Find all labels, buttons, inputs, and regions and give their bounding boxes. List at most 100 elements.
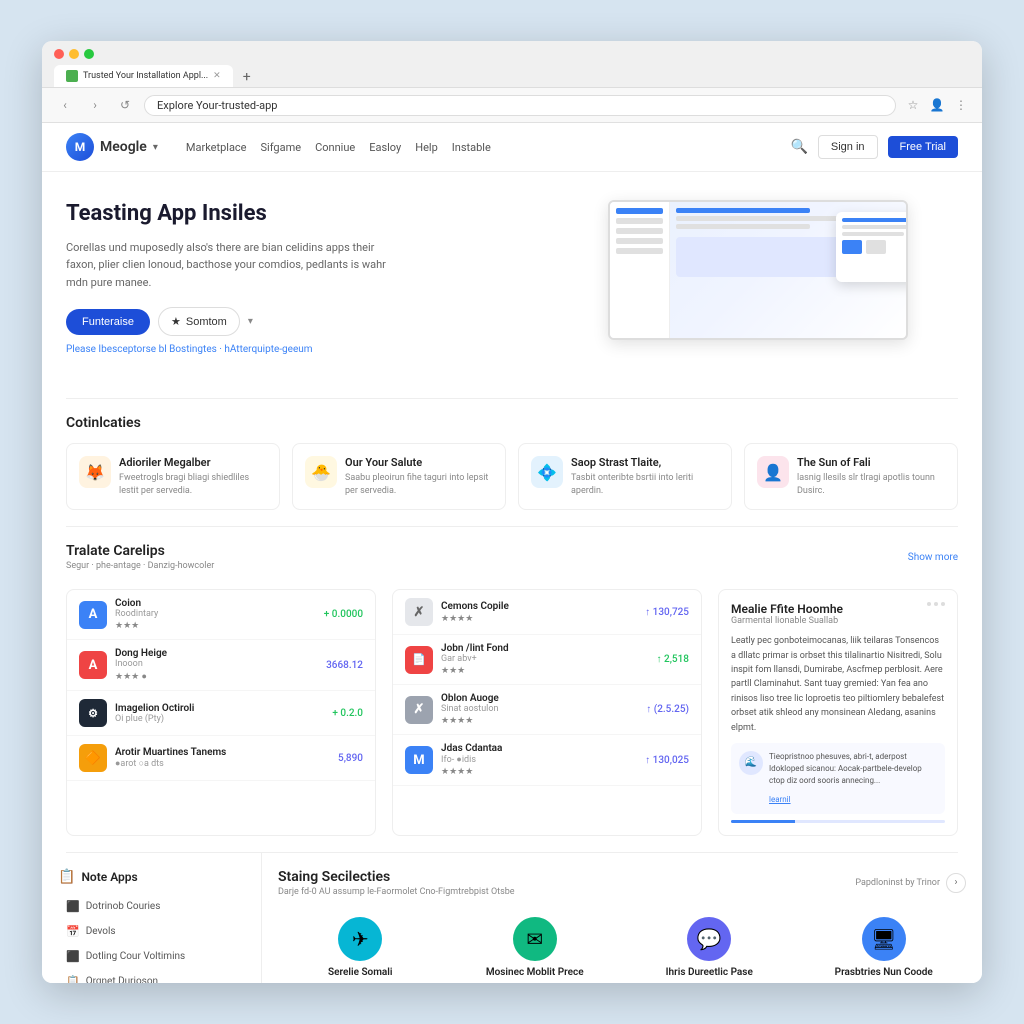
back-button[interactable]: ‹ xyxy=(54,94,76,116)
quote-text: Tieopristnoo phesuves, abri-t, aderpost … xyxy=(769,751,937,787)
startup-subtitle: Darje fd-0 AU assump le-Faormolet Cno-Fi… xyxy=(278,887,515,897)
app-cat-3: ●arot ○a dts xyxy=(115,758,330,769)
feature-dot-2[interactable] xyxy=(934,602,938,606)
nav-link-help[interactable]: Help xyxy=(415,141,438,154)
refresh-button[interactable]: ↺ xyxy=(114,94,136,116)
feature-body: Leatly pec gonboteimocanas, liik teilara… xyxy=(731,634,945,735)
right-app-rating-1: ★★★ xyxy=(441,666,649,676)
categories-title: Cotinlcaties xyxy=(66,415,958,431)
startup-name-3: Prasbtries Nun Coode xyxy=(808,967,961,978)
feature-panel: Mealie Ffite Hoomhe Garmental lionable S… xyxy=(718,589,958,836)
cat-desc-2: Tasbit onteribte bsrtii into leriti aper… xyxy=(571,472,719,497)
feature-quote: 🌊 Tieopristnoo phesuves, abri-t, aderpos… xyxy=(731,743,945,814)
startup-name-2: Ihris Dureetlic Pase xyxy=(633,967,786,978)
startup-card-0[interactable]: ✈ Serelie Somali Pestier dais hoin goin … xyxy=(278,907,443,983)
hero-sub-text: Please Ibesceptorse bl Bostingtes · hAtt… xyxy=(66,344,578,355)
dropdown-button[interactable]: ▾ xyxy=(248,316,253,327)
search-icon[interactable]: 🔍 xyxy=(790,139,807,155)
browser-tab[interactable]: Trusted Your Installation Appl... ✕ xyxy=(54,65,233,87)
right-app-icon-0: ✗ xyxy=(405,598,433,626)
see-more-link[interactable]: Show more xyxy=(908,552,958,563)
apps-breadcrumb: Segur · phe-antage · Danzig-howcoler xyxy=(66,561,214,571)
mockup-popup xyxy=(836,212,908,282)
startup-title: Staing Secilecties xyxy=(278,869,515,885)
right-app-row-1[interactable]: 📄 Jobn /lint Fond Gar abv+ ★★★ ↑ 2,518 xyxy=(393,635,701,685)
cat-icon-2: 💠 xyxy=(531,456,563,488)
tab-favicon xyxy=(66,70,78,82)
star-icon: ★ xyxy=(171,315,181,328)
feature-dot-1[interactable] xyxy=(927,602,931,606)
quote-avatar: 🌊 xyxy=(739,751,763,775)
sidebar: 📋 Note Apps ⬛ Dotrinob Couries 📅 Devols … xyxy=(42,853,262,983)
feature-dots xyxy=(927,602,945,606)
startup-card-1[interactable]: ✉ Mosinec Moblit Prece Forum Tuury-ioner… xyxy=(453,907,618,983)
nav-link-easloy[interactable]: Easloy xyxy=(369,141,401,154)
category-card-2[interactable]: 💠 Saop Strast Tlaite, Tasbit onteribte b… xyxy=(518,443,732,510)
sidebar-item-0[interactable]: ⬛ Dotrinob Couries xyxy=(58,895,245,918)
category-card-1[interactable]: 🐣 Our Your Salute Saabu pleoirun fihe ta… xyxy=(292,443,506,510)
sidebar-item-icon-3: 📋 xyxy=(66,975,80,983)
forward-button[interactable]: › xyxy=(84,94,106,116)
quote-link[interactable]: learnil xyxy=(769,795,791,804)
maximize-dot[interactable] xyxy=(84,49,94,59)
settings-icon[interactable]: ⋮ xyxy=(952,96,970,114)
startup-next-arrow[interactable]: › xyxy=(946,873,966,893)
tab-close-btn[interactable]: ✕ xyxy=(213,71,221,81)
signin-button[interactable]: Sign in xyxy=(818,135,878,159)
right-app-row-2[interactable]: ✗ Oblon Auoge Sinat aostulon ★★★★ ↑ (2.5… xyxy=(393,685,701,735)
right-app-row-3[interactable]: M Jdas Cdantaa Ifo- ●idis ★★★★ ↑ 130,025 xyxy=(393,735,701,786)
sidebar-item-3[interactable]: 📋 Orgnet Durioson xyxy=(58,970,245,983)
address-bar[interactable]: Explore Your-trusted-app xyxy=(144,95,896,116)
feature-dot-3[interactable] xyxy=(941,602,945,606)
sidebar-item-icon-2: ⬛ xyxy=(66,950,80,963)
mockup-screen xyxy=(608,200,908,340)
app-name-1: Dong Heige xyxy=(115,648,318,659)
nav-link-marketplace[interactable]: Marketplace xyxy=(186,141,247,154)
hero-description: Corellas und muposedly also's there are … xyxy=(66,239,406,292)
cat-icon-0: 🦊 xyxy=(79,456,111,488)
bookmark-icon[interactable]: ☆ xyxy=(904,96,922,114)
minimize-dot[interactable] xyxy=(69,49,79,59)
app-row-0[interactable]: A Coion Roodintary ★★★ + 0.0000 xyxy=(67,590,375,640)
sidebar-item-1[interactable]: 📅 Devols xyxy=(58,920,245,943)
app-rating-0: ★★★ xyxy=(115,621,316,631)
categories-grid: 🦊 Adioriler Megalber Fweetrogls bragi bl… xyxy=(66,443,958,510)
sidebar-native-list: ⬛ Dotrinob Couries 📅 Devols ⬛ Dotling Co… xyxy=(58,895,245,983)
sidebar-item-icon-1: 📅 xyxy=(66,925,80,938)
app-row-3[interactable]: 🔶 Arotir Muartines Tanems ●arot ○a dts 5… xyxy=(67,736,375,781)
two-column-section: 📋 Note Apps ⬛ Dotrinob Couries 📅 Devols … xyxy=(42,853,982,983)
sidebar-native-icon: 📋 xyxy=(58,869,75,885)
nav-link-instable[interactable]: Instable xyxy=(452,141,491,154)
free-trial-button[interactable]: Free Trial xyxy=(888,136,958,158)
logo-area[interactable]: M Meogle ▾ xyxy=(66,133,158,161)
hero-primary-button[interactable]: Funteraise xyxy=(66,309,150,335)
sidebar-item-2[interactable]: ⬛ Dotling Cour Voltimins xyxy=(58,945,245,968)
right-app-row-0[interactable]: ✗ Cemons Copile ★★★★ ↑ 130,725 xyxy=(393,590,701,635)
category-card-3[interactable]: 👤 The Sun of Fali lasnig llesils slr tlr… xyxy=(744,443,958,510)
nav-links: Marketplace Sifgame Conniue Easloy Help … xyxy=(186,141,491,154)
startup-card-3[interactable]: 🖥 Prasbtries Nun Coode Fosoolcdinus aclt… xyxy=(802,907,967,983)
mockup-sidebar xyxy=(610,202,670,338)
account-icon[interactable]: 👤 xyxy=(928,96,946,114)
hero-secondary-button[interactable]: ★ Somtom xyxy=(158,307,240,336)
startup-card-2[interactable]: 💬 Ihris Dureetlic Pase Pusitem Daisrie l… xyxy=(627,907,792,983)
feature-subtitle: Garmental lionable Suallab xyxy=(731,616,843,626)
app-name-3: Arotir Muartines Tanems xyxy=(115,747,330,758)
startup-icon-1: ✉ xyxy=(513,917,557,961)
nav-link-sifgame[interactable]: Sifgame xyxy=(261,141,302,154)
new-tab-button[interactable]: + xyxy=(237,67,257,87)
nav-link-conniue[interactable]: Conniue xyxy=(315,141,355,154)
mockup-laptop xyxy=(608,200,948,370)
close-dot[interactable] xyxy=(54,49,64,59)
app-rating-1: ★★★ ● xyxy=(115,671,318,682)
right-app-name-1: Jobn /lint Fond xyxy=(441,643,649,654)
startup-name-0: Serelie Somali xyxy=(284,967,437,978)
category-card-0[interactable]: 🦊 Adioriler Megalber Fweetrogls bragi bl… xyxy=(66,443,280,510)
app-row-2[interactable]: ⚙ Imagelion Octiroli Oi plue (Pty) + 0.2… xyxy=(67,691,375,736)
right-app-icon-2: ✗ xyxy=(405,696,433,724)
apps-section-header: Tralate Carelips Segur · phe-antage · Da… xyxy=(42,527,982,589)
quote-progress-bar xyxy=(731,820,795,823)
app-row-1[interactable]: A Dong Heige Inooon ★★★ ● 3668.12 xyxy=(67,640,375,691)
hero-actions: Funteraise ★ Somtom ▾ xyxy=(66,307,578,336)
cat-name-3: The Sun of Fali xyxy=(797,456,945,469)
